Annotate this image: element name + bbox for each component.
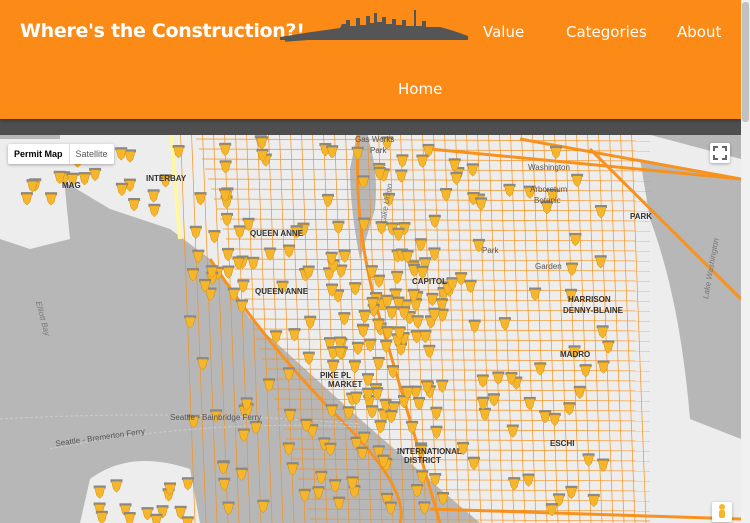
construction-marker-icon[interactable]: [284, 408, 297, 423]
map-label: Botanic: [534, 196, 561, 205]
brand-title[interactable]: Where's the Construction?!: [20, 20, 305, 42]
map-label: CAPITOL: [412, 277, 447, 286]
map-label: MARKET: [328, 380, 363, 389]
construction-marker-icon[interactable]: [384, 501, 397, 515]
construction-marker-icon[interactable]: [329, 479, 342, 493]
satellite-button[interactable]: Satellite: [70, 144, 114, 164]
construction-marker-icon[interactable]: [286, 462, 299, 476]
pegman-icon[interactable]: [712, 502, 732, 522]
map-label: MADRO: [560, 350, 591, 359]
construction-marker-icon[interactable]: [342, 406, 355, 420]
construction-marker-icon[interactable]: [196, 357, 209, 371]
map-label: Gas Works: [355, 135, 395, 144]
map-label: Park: [482, 246, 499, 255]
map-label: QUEEN ANNE: [255, 287, 309, 296]
fullscreen-icon[interactable]: [710, 143, 730, 163]
construction-marker-icon[interactable]: [418, 501, 431, 515]
map-label: PARK: [630, 212, 653, 221]
construction-marker-icon[interactable]: [250, 420, 262, 435]
nav-categories-link[interactable]: Categories: [566, 23, 647, 41]
map-label: HARRISON: [568, 295, 611, 304]
map-label: Park: [370, 146, 387, 155]
map-label: MAG: [62, 181, 81, 190]
nav-about-link[interactable]: About: [677, 23, 721, 41]
permit-map-button[interactable]: Permit Map: [8, 144, 70, 164]
scrollbar-thumb[interactable]: [742, 2, 749, 122]
page-scrollbar[interactable]: [741, 0, 750, 523]
map-label: Seattle - Bainbridge Ferry: [170, 413, 262, 422]
navbar: Where's the Construction?! Value Categor…: [0, 0, 741, 119]
construction-marker-icon[interactable]: [257, 499, 270, 514]
map-label: QUEEN ANNE: [250, 229, 304, 238]
map-label: ESCHI: [550, 439, 575, 448]
nav-value-link[interactable]: Value: [483, 23, 524, 41]
construction-marker-icon[interactable]: [298, 488, 311, 503]
map-label: Arboretum: [530, 185, 568, 194]
construction-marker-icon[interactable]: [356, 446, 369, 461]
map-canvas[interactable]: [0, 119, 741, 523]
map-label: INTERBAY: [146, 174, 187, 183]
construction-marker-icon[interactable]: [222, 501, 235, 515]
construction-marker-icon[interactable]: [333, 496, 346, 510]
construction-marker-icon[interactable]: [282, 367, 295, 381]
construction-marker-icon[interactable]: [184, 315, 197, 329]
map-top-band: [0, 119, 741, 135]
map-label: PIKE PL: [320, 371, 352, 380]
nav-home-link[interactable]: Home: [398, 80, 442, 98]
skyline-logo[interactable]: [280, 10, 468, 44]
map-type-control: Permit Map Satellite: [8, 144, 114, 164]
construction-marker-icon[interactable]: [237, 428, 250, 442]
map-label: DENNY-BLAINE: [563, 306, 624, 315]
construction-marker-icon[interactable]: [192, 249, 205, 263]
permit-map[interactable]: Permit Map Satellite Gas Works Park Wash…: [0, 119, 741, 523]
map-label: INTERNATIONAL: [397, 447, 462, 456]
construction-marker-icon[interactable]: [181, 516, 194, 523]
map-label: Garden: [535, 262, 562, 271]
construction-marker-icon[interactable]: [411, 484, 424, 498]
map-label: DISTRICT: [404, 456, 441, 465]
map-label: Washington: [528, 163, 570, 172]
construction-marker-icon[interactable]: [218, 477, 231, 492]
construction-marker-icon[interactable]: [312, 486, 325, 500]
